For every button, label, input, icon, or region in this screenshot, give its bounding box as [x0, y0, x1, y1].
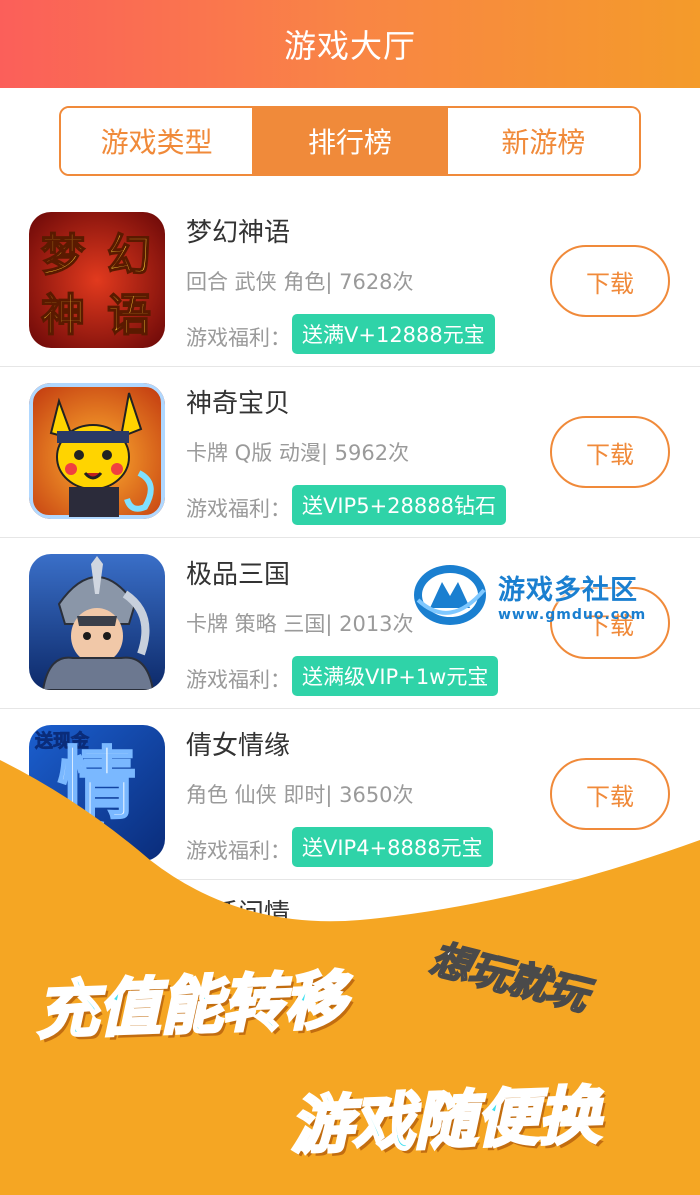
tab-ranking[interactable]: 排行榜 — [252, 108, 446, 174]
download-button[interactable]: 下载 — [550, 416, 670, 488]
tab-game-type[interactable]: 游戏类型 — [61, 108, 253, 174]
svg-text:神: 神 — [41, 290, 85, 341]
game-row[interactable]: 梦 幻 神 语 梦幻神语 回合 武侠 角色| 7628次 游戏福利： 送满V+1… — [0, 196, 700, 367]
game-meta: 回合 武侠 角色| 7628次 — [186, 270, 414, 294]
promo-slogan-recharge: 充值能转移 — [34, 962, 349, 1049]
svg-text:缘: 缘 — [74, 818, 108, 858]
benefit-label: 游戏福利： — [186, 668, 291, 692]
game-name[interactable]: 神奇宝贝 — [186, 383, 290, 420]
game-name[interactable]: 极品三国 — [186, 554, 290, 591]
game-name[interactable]: 倩女情缘 — [186, 725, 290, 762]
game-meta: 角色 仙侠 即时| 3650次 — [186, 783, 414, 807]
menghuan-shenyu-icon[interactable]: 梦 幻 神 语 — [29, 212, 165, 348]
benefit-badge: 送满级VIP+1w元宝 — [292, 656, 499, 696]
download-button[interactable]: 下载 — [550, 245, 670, 317]
benefit-badge: 送VIP5+28888钻石 — [292, 485, 506, 525]
qing-yuan-icon[interactable]: 送现金 情 缘 — [29, 725, 165, 861]
app-header: 游戏大厅 — [0, 0, 700, 88]
partial-game-name[interactable]: 大话问情 — [186, 893, 290, 930]
benefit-badge: 送满V+12888元宝 — [292, 314, 495, 354]
watermark-url: www.gmduo.com — [498, 606, 647, 623]
promo-slogan-play: 想玩就玩 — [425, 935, 593, 1020]
game-row[interactable]: 送现金 情 缘 倩女情缘 角色 仙侠 即时| 3650次 游戏福利： 送VIP4… — [0, 709, 700, 880]
svg-text:梦: 梦 — [41, 230, 85, 281]
benefit-label: 游戏福利： — [186, 839, 291, 863]
gmduo-logo-icon — [414, 565, 486, 625]
tab-new-games[interactable]: 新游榜 — [445, 108, 639, 174]
benefit-label: 游戏福利： — [186, 497, 291, 521]
benefit-label: 游戏福利： — [186, 326, 291, 350]
download-button[interactable]: 下载 — [550, 758, 670, 830]
svg-text:幻: 幻 — [107, 230, 151, 281]
svg-text:情: 情 — [58, 740, 136, 830]
game-name[interactable]: 梦幻神语 — [186, 212, 290, 249]
watermark-title: 游戏多社区 — [498, 574, 638, 606]
promo-slogan-switch: 游戏随便换 — [288, 1077, 603, 1164]
pikachu-icon[interactable] — [29, 383, 165, 519]
warrior-icon[interactable] — [29, 554, 165, 690]
game-meta: 卡牌 Q版 动漫| 5962次 — [186, 441, 410, 465]
watermark: 游戏多社区 www.gmduo.com — [410, 560, 690, 630]
game-list: 梦 幻 神 语 梦幻神语 回合 武侠 角色| 7628次 游戏福利： 送满V+1… — [0, 196, 700, 880]
page-title: 游戏大厅 — [283, 27, 416, 65]
game-meta: 卡牌 策略 三国| 2013次 — [186, 612, 414, 636]
tab-bar: 游戏类型 排行榜 新游榜 — [59, 106, 641, 176]
benefit-badge: 送VIP4+8888元宝 — [292, 827, 493, 867]
game-row[interactable]: 神奇宝贝 卡牌 Q版 动漫| 5962次 游戏福利： 送VIP5+28888钻石… — [0, 367, 700, 538]
svg-text:语: 语 — [107, 290, 151, 341]
